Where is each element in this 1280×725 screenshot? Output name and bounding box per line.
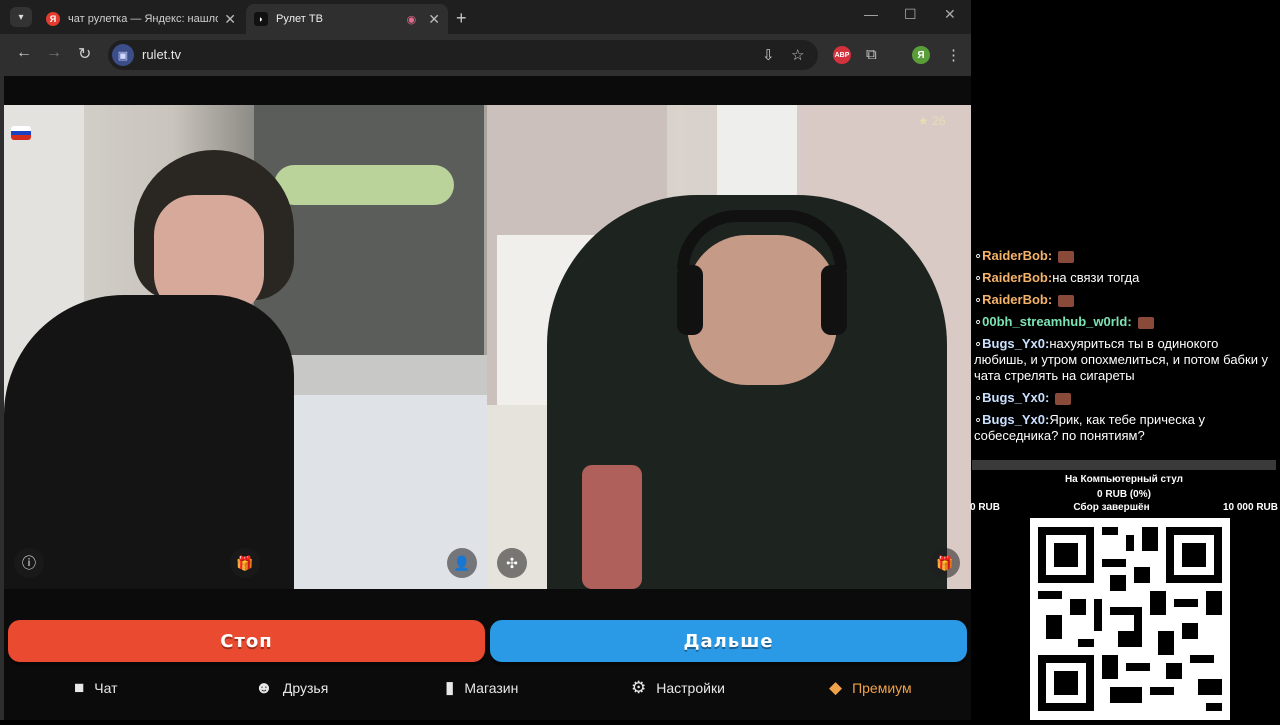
chat-bullet-icon: ∘ — [974, 270, 983, 285]
chat-bullet-icon: ∘ — [974, 248, 983, 263]
forward-icon[interactable]: → — [46, 44, 62, 62]
star-count: 26 — [932, 114, 946, 128]
local-video — [4, 105, 487, 589]
tab-close-icon[interactable]: ✕ — [428, 11, 440, 28]
address-text[interactable]: rulet.tv — [142, 47, 181, 62]
chat-message: ∘Bugs_Yx0: — [974, 390, 1274, 406]
premium-tag-icon: ◆ — [829, 678, 843, 697]
chat-bullet-icon: ∘ — [974, 390, 983, 405]
nav-settings-label: Настройки — [656, 680, 725, 696]
donation-row: 0 RUB Сбор завершён 10 000 RUB — [970, 502, 1278, 513]
donation-status: Сбор завершён — [1073, 502, 1150, 513]
chat-message: ∘Bugs_Yx0:Ярик, как тебе прическа у собе… — [974, 412, 1274, 444]
star-counter: ★ 26 — [918, 114, 946, 128]
qr-code — [1030, 518, 1230, 720]
donation-progress-bar — [972, 460, 1276, 470]
site-info-icon[interactable]: ▣ — [112, 44, 134, 66]
donation-title: На Компьютерный стул — [1064, 474, 1184, 485]
nav-settings[interactable]: ⚙ Настройки — [631, 678, 725, 698]
stop-button[interactable]: Стоп — [8, 620, 485, 662]
nav-premium-label: Премиум — [852, 680, 912, 696]
next-button[interactable]: Дальше — [490, 620, 967, 662]
chat-username: 00bh_streamhub_w0rld: — [982, 314, 1132, 329]
chat-username: RaiderBob: — [982, 248, 1053, 263]
yandex-favicon-icon: Я — [46, 12, 60, 26]
recording-icon: ◉ — [406, 13, 417, 26]
chat-message: ∘00bh_streamhub_w0rld: — [974, 314, 1274, 330]
tab-title: чат рулетка — Яндекс: нашлось — [68, 13, 219, 25]
nav-chat-label: Чат — [94, 680, 118, 696]
settings-gear-icon: ⚙ — [631, 678, 647, 697]
nav-friends-label: Друзья — [282, 680, 329, 696]
install-app-icon[interactable]: ⇩ — [762, 46, 775, 64]
chat-bullet-icon: ∘ — [974, 336, 983, 351]
nav-shop[interactable]: ▮ Магазин — [445, 678, 518, 698]
nav-premium[interactable]: ◆ Премиум — [829, 678, 912, 698]
donation-amount: 0 RUB (0%) — [1097, 489, 1151, 500]
chat-bullet-icon: ∘ — [974, 412, 983, 427]
minimize-icon[interactable]: — — [864, 6, 878, 22]
back-icon[interactable]: ← — [16, 44, 32, 62]
tab-close-icon[interactable]: ✕ — [224, 11, 236, 28]
partner-video — [487, 105, 971, 589]
chat-message: ∘RaiderBob: — [974, 292, 1274, 308]
chat-username: Bugs_Yx0: — [982, 412, 1050, 427]
donation-min: 0 RUB — [970, 502, 1001, 513]
game-icon[interactable]: ✣ — [497, 548, 527, 578]
tab-yandex[interactable]: Я чат рулетка — Яндекс: нашлось ✕ — [38, 4, 244, 34]
profile-avatar[interactable]: Я — [912, 46, 930, 64]
chat-bullet-icon: ∘ — [974, 314, 983, 329]
chat-emote-icon — [1137, 316, 1154, 329]
profile-icon[interactable]: 👤 — [447, 548, 477, 578]
chat-message: ∘Bugs_Yx0:нахуяриться ты в одинокого люб… — [974, 336, 1274, 384]
maximize-icon[interactable]: ☐ — [904, 6, 917, 23]
address-bar[interactable] — [108, 40, 818, 70]
nav-friends[interactable]: ☻ Друзья — [255, 678, 328, 698]
nav-shop-label: Магазин — [464, 680, 519, 696]
chat-username: RaiderBob: — [982, 270, 1053, 285]
browser-menu-icon[interactable]: ⋮ — [946, 46, 961, 64]
extensions-icon[interactable]: ⧉ — [866, 46, 877, 63]
shop-icon: ▮ — [445, 678, 455, 697]
tab-search-button[interactable]: ▾ — [10, 7, 32, 27]
friends-icon: ☻ — [255, 678, 273, 697]
report-icon[interactable]: ⓘ — [14, 548, 44, 578]
chat-message: ∘RaiderBob:на связи тогда — [974, 270, 1274, 286]
chat-message: ∘RaiderBob: — [974, 248, 1274, 264]
bookmark-star-icon[interactable]: ☆ — [791, 46, 804, 64]
adblock-icon[interactable]: ABP — [833, 46, 851, 64]
chat-icon: ■ — [74, 678, 85, 697]
window-close-icon[interactable]: ✕ — [944, 6, 956, 23]
nav-chat[interactable]: ■ Чат — [74, 678, 118, 698]
gift-icon[interactable]: 🎁 — [230, 548, 260, 578]
chat-emote-icon — [1058, 294, 1075, 307]
chat-username: Bugs_Yx0: — [982, 390, 1050, 405]
chat-bullet-icon: ∘ — [974, 292, 983, 307]
chat-text: на связи тогда — [1052, 270, 1140, 285]
country-flag-icon — [11, 126, 31, 140]
rulet-favicon-icon: ◗ — [254, 12, 268, 26]
chat-username: Bugs_Yx0: — [982, 336, 1050, 351]
donation-goal: 10 000 RUB — [1222, 502, 1278, 513]
chat-emote-icon — [1055, 392, 1072, 405]
tab-rulet[interactable]: ◗ Рулет ТВ ◉ ✕ — [246, 4, 448, 34]
tab-title: Рулет ТВ — [276, 13, 323, 25]
chat-emote-icon — [1058, 250, 1075, 263]
partner-gift-icon[interactable]: 🎁 — [930, 548, 960, 578]
reload-icon[interactable]: ↻ — [78, 44, 91, 64]
new-tab-icon[interactable]: + — [456, 8, 467, 29]
stream-chat: ∘RaiderBob: ∘RaiderBob:на связи тогда ∘Rai… — [974, 248, 1274, 450]
chat-username: RaiderBob: — [982, 292, 1053, 307]
